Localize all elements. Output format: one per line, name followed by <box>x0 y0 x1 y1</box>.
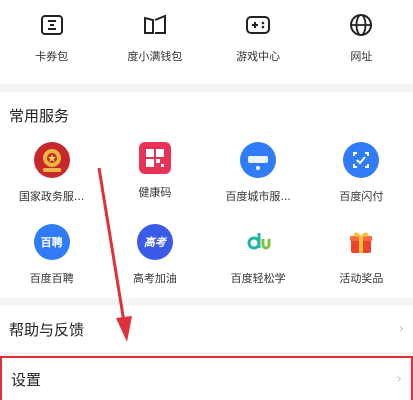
service-recruit[interactable]: 百聘 百度百聘 <box>0 224 103 286</box>
gamepad-icon <box>245 12 271 38</box>
exam-icon: 高考 <box>136 224 173 260</box>
service-gov-affairs[interactable]: 国家政务服... <box>0 142 103 204</box>
shortcut-label: 游戏中心 <box>236 50 281 63</box>
shortcut-game-center[interactable]: 游戏中心 <box>207 12 310 64</box>
service-label: 活动奖品 <box>339 272 384 285</box>
settings-row[interactable]: 设置 › <box>0 356 413 400</box>
service-city[interactable]: 百度城市服... <box>207 142 310 204</box>
easy-learn-icon <box>240 224 277 260</box>
service-label: 健康码 <box>138 186 172 199</box>
shortcut-coupons[interactable]: 卡券包 <box>0 12 103 64</box>
common-services-card: 常用服务 国家政务服... 健康码 百度城市服... 百度闪付 百聘 百度百聘 … <box>0 92 413 298</box>
help-feedback-label: 帮助与反馈 <box>9 320 85 339</box>
gov-emblem-icon <box>33 142 70 178</box>
services-grid: 国家政务服... 健康码 百度城市服... 百度闪付 百聘 百度百聘 高考 高考… <box>0 142 413 286</box>
service-exam[interactable]: 高考 高考加油 <box>103 224 206 286</box>
gift-icon <box>343 224 380 260</box>
quick-pay-icon <box>343 142 380 178</box>
chevron-right-icon: › <box>396 371 402 387</box>
service-label: 百度城市服... <box>225 190 291 203</box>
shortcut-websites[interactable]: 网址 <box>310 12 413 64</box>
shortcut-wallet[interactable]: 度小满钱包 <box>103 12 206 64</box>
shortcut-label: 网址 <box>350 50 373 63</box>
service-label: 国家政务服... <box>18 190 85 203</box>
service-label: 百度百聘 <box>29 272 74 285</box>
recruit-logo-text: 百聘 <box>40 236 63 249</box>
recruit-icon: 百聘 <box>33 224 70 260</box>
health-code-icon <box>138 142 171 174</box>
settings-label: 设置 <box>11 370 42 389</box>
service-quick-pay[interactable]: 百度闪付 <box>310 142 413 204</box>
shortcut-label: 度小满钱包 <box>127 50 183 63</box>
service-rewards[interactable]: 活动奖品 <box>310 224 413 286</box>
city-service-icon <box>240 142 277 178</box>
service-easy-learn[interactable]: 百度轻松学 <box>207 224 310 286</box>
shortcut-label: 卡券包 <box>35 50 69 63</box>
service-label: 高考加油 <box>132 272 177 285</box>
service-label: 百度闪付 <box>339 190 384 203</box>
coupon-icon <box>39 12 65 38</box>
exam-logo-text: 高考 <box>143 236 166 249</box>
globe-icon <box>348 12 374 38</box>
wallet-icon <box>142 12 168 38</box>
service-label: 百度轻松学 <box>230 272 286 285</box>
help-feedback-row[interactable]: 帮助与反馈 › <box>0 306 413 352</box>
chevron-right-icon: › <box>398 321 404 337</box>
section-title: 常用服务 <box>9 107 70 125</box>
service-health-code[interactable]: 健康码 <box>103 142 206 204</box>
top-shortcuts-card: 卡券包 度小满钱包 游戏中心 网址 <box>0 0 413 84</box>
